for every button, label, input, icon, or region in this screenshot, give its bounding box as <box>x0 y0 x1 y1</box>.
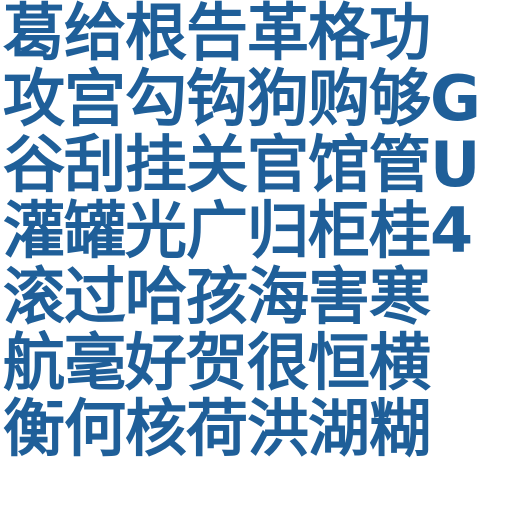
text-line-2: 攻宫勾钩狗购够G <box>3 66 481 132</box>
text-line-3: 谷刮挂关官馆管U <box>3 132 480 198</box>
text-line-6: 航毫好贺很恒横 <box>3 330 431 396</box>
text-line-7: 衡何核荷洪湖糊 <box>3 396 431 462</box>
text-line-1: 葛给根告革格功 <box>3 0 431 66</box>
character-sheet: 葛给根告革格功 攻宫勾钩狗购够G 谷刮挂关官馆管U 灌罐光广归柜桂4 滚过哈孩海… <box>3 0 512 512</box>
text-line-4: 灌罐光广归柜桂4 <box>3 198 473 264</box>
text-line-5: 滚过哈孩海害寒 <box>3 264 431 330</box>
